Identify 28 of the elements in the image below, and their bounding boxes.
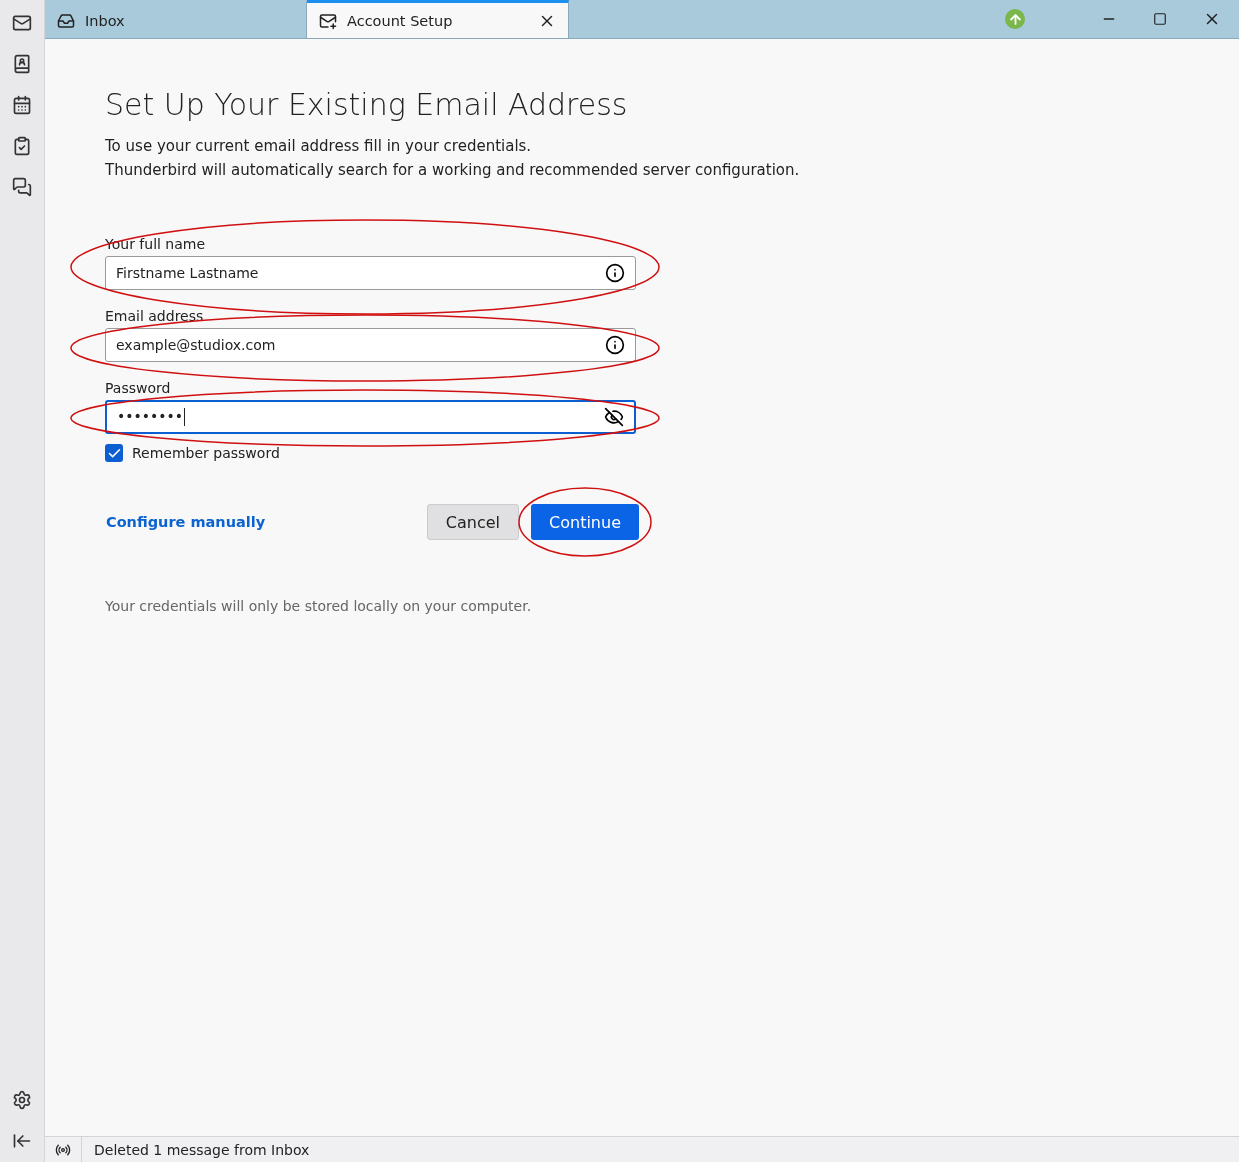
tab-label: Inbox (85, 12, 126, 29)
checkbox[interactable] (105, 444, 123, 462)
mail-plus-icon (319, 11, 337, 30)
input-field[interactable]: •••••••• (105, 400, 636, 434)
storage-note: Your credentials will only be stored locally on your computer. (105, 598, 533, 614)
field-label: Email address (105, 308, 205, 324)
status-text: Deleted 1 message from Inbox (93, 1141, 310, 1158)
page-title: Set Up Your Existing Email Address (105, 87, 629, 122)
hide-password-icon[interactable] (604, 407, 624, 427)
input-field[interactable]: Firstname Lastname (105, 256, 636, 290)
settings-icon[interactable] (11, 1089, 33, 1111)
chat-icon[interactable] (11, 176, 33, 198)
info-icon[interactable] (605, 263, 625, 283)
field-label: Password (105, 380, 172, 396)
tab[interactable]: Account Setup (307, 0, 569, 38)
inbox-icon (57, 11, 75, 30)
configure-link[interactable]: Configure manually (106, 514, 266, 530)
input-field[interactable]: example@studiox.com (105, 328, 636, 362)
maximize-icon[interactable] (1153, 12, 1167, 26)
calendar-icon[interactable] (11, 94, 33, 116)
field-label: Your full name (105, 236, 207, 252)
action-button[interactable]: Continue (531, 504, 639, 540)
action-button[interactable]: Cancel (426, 504, 520, 540)
checkbox-label: Remember password (132, 445, 280, 461)
intro-text: Thunderbird will automatically search for a working and recommended server configuration. (105, 160, 801, 181)
tab-label: Account Setup (347, 12, 454, 29)
intro-text: To use your current email address fill in your credentials. (105, 136, 533, 157)
info-icon[interactable] (605, 335, 625, 355)
